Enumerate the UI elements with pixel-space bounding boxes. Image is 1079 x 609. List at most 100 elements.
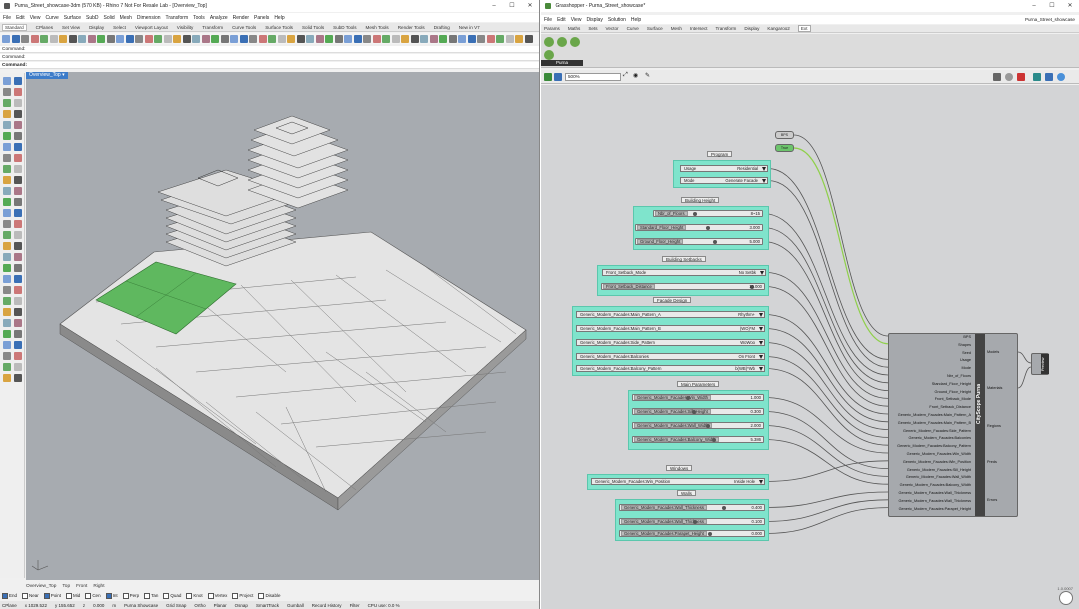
status-item[interactable]: Filter bbox=[350, 603, 360, 608]
maximize-icon[interactable]: ☐ bbox=[1043, 0, 1061, 12]
component-input[interactable]: Generic_Modern_Facades:Main_Pattern_B bbox=[898, 421, 971, 425]
toolbar-tool-icon[interactable] bbox=[11, 34, 20, 43]
close-icon[interactable]: ✕ bbox=[521, 0, 539, 12]
preview-shaded-icon[interactable] bbox=[1017, 73, 1025, 81]
status-item[interactable]: Grid Snap bbox=[166, 603, 186, 608]
number-slider[interactable]: Ground_Floor_Height 5.000 bbox=[635, 238, 763, 245]
sidebar-tool-icon[interactable] bbox=[14, 77, 22, 85]
value-list[interactable]: Front_Setback_Mode No Setbk bbox=[602, 269, 766, 276]
toolbar-tool-icon[interactable] bbox=[344, 34, 352, 43]
sidebar-tool-icon[interactable] bbox=[3, 264, 11, 272]
component-input[interactable]: Generic_Modern_Facades:Parapet_Height bbox=[899, 507, 971, 511]
number-slider[interactable]: Generic_Modern_Facades:Parapet_Height 0.0… bbox=[619, 530, 765, 537]
preview-wire-icon[interactable] bbox=[1005, 73, 1013, 81]
value-list[interactable]: Mode Generate Facade bbox=[680, 177, 768, 184]
toolbar-tool-icon[interactable] bbox=[163, 34, 172, 43]
toolbar-tool-icon[interactable] bbox=[382, 34, 390, 43]
dropdown-arrow-icon[interactable] bbox=[759, 366, 763, 371]
toolbar-tool-icon[interactable] bbox=[515, 34, 523, 43]
dropdown-arrow-icon[interactable] bbox=[762, 166, 766, 171]
gh-canvas[interactable]: Program Building Height Building Setback… bbox=[541, 85, 1079, 609]
purna-component-icon[interactable] bbox=[570, 37, 580, 47]
sidebar-tool-icon[interactable] bbox=[3, 286, 11, 294]
toolbar-tool-icon[interactable] bbox=[334, 34, 343, 43]
dropdown-arrow-icon[interactable] bbox=[759, 354, 763, 359]
status-item[interactable]: SmartTrack bbox=[256, 603, 279, 608]
toolbar-tool-icon[interactable] bbox=[173, 34, 181, 43]
number-slider[interactable]: Generic_Modern_Facades:Wall_Thickness 0.4… bbox=[619, 504, 765, 511]
toolbar-tool-icon[interactable] bbox=[144, 34, 153, 43]
purna-component-icon[interactable] bbox=[544, 37, 554, 47]
toolbar-tool-icon[interactable] bbox=[249, 34, 257, 43]
cityscope-purna-component[interactable]: CityScope Purna BPS Shapes Seed Usage Mode Nb… bbox=[888, 333, 1018, 517]
sidebar-tool-icon[interactable] bbox=[3, 330, 11, 338]
toolbar-tool-icon[interactable] bbox=[372, 34, 381, 43]
sidebar-tool-icon[interactable] bbox=[3, 209, 11, 217]
component-tab[interactable]: Display bbox=[744, 26, 759, 31]
toolbar-tool-icon[interactable] bbox=[505, 34, 514, 43]
toolbar-tab[interactable]: Select bbox=[113, 25, 126, 30]
sidebar-tool-icon[interactable] bbox=[3, 154, 11, 162]
maximize-icon[interactable]: ☐ bbox=[503, 0, 521, 12]
component-input[interactable]: Generic_Modern_Facades:Wall_Thickness bbox=[899, 499, 971, 503]
component-input[interactable]: Standard_Floor_Height bbox=[932, 382, 971, 386]
number-slider[interactable]: Generic_Modern_Facades:Wall_Thickness 0.1… bbox=[619, 518, 765, 525]
status-item[interactable]: Osnap bbox=[235, 603, 248, 608]
osnap-checkbox[interactable]: Near bbox=[22, 593, 39, 599]
value-list[interactable]: Usage Residential bbox=[680, 165, 768, 172]
component-input[interactable]: Generic_Modern_Facades:Main_Pattern_A bbox=[898, 413, 971, 417]
toolbar-tool-icon[interactable] bbox=[68, 34, 77, 43]
number-slider[interactable]: Standard_Floor_Height 3.000 bbox=[635, 224, 763, 231]
toolbar-tool-icon[interactable] bbox=[496, 34, 504, 43]
component-tab[interactable]: Kangaroo2 bbox=[767, 26, 789, 31]
menu-item[interactable]: Solution bbox=[608, 17, 626, 23]
component-tab[interactable]: Params bbox=[544, 26, 560, 31]
component-output[interactable]: Errors bbox=[987, 498, 997, 502]
sidebar-tool-icon[interactable] bbox=[14, 154, 22, 162]
toolbar-tool-icon[interactable] bbox=[458, 34, 466, 43]
menu-item[interactable]: Help bbox=[274, 15, 284, 21]
number-slider[interactable]: Generic_Modern_Facades:Win_Width 1.000 bbox=[632, 394, 764, 401]
component-input[interactable]: Shapes bbox=[958, 343, 971, 347]
osnap-checkbox[interactable]: Tan bbox=[144, 593, 158, 599]
menu-item[interactable]: File bbox=[3, 15, 11, 21]
component-output[interactable]: Materials bbox=[987, 386, 1002, 390]
toolbar-tab[interactable]: Set View bbox=[62, 25, 80, 30]
value-list[interactable]: Generic_Modern_Facades:Win_Position Insid… bbox=[591, 478, 765, 485]
component-tab[interactable]: Curve bbox=[627, 26, 639, 31]
toolbar-tool-icon[interactable] bbox=[467, 34, 476, 43]
sidebar-tool-icon[interactable] bbox=[14, 176, 22, 184]
toolbar-tab[interactable]: Mesh Tools bbox=[366, 25, 389, 30]
value-list[interactable]: Generic_Modern_Facades:Side_Pattern WoWoo bbox=[576, 339, 765, 346]
component-input[interactable]: Front_Setback_Distance bbox=[929, 405, 971, 409]
component-input[interactable]: Generic_Modern_Facades:Wall_Thickness bbox=[899, 491, 971, 495]
viewport-tab[interactable]: Overview_Top bbox=[26, 584, 56, 589]
toolbar-tool-icon[interactable] bbox=[78, 34, 86, 43]
sidebar-tool-icon[interactable] bbox=[14, 209, 22, 217]
status-item[interactable]: Record History bbox=[312, 603, 342, 608]
menu-item[interactable]: Panels bbox=[254, 15, 269, 21]
boolean-toggle[interactable]: True bbox=[775, 144, 794, 152]
status-item[interactable]: 0.000 bbox=[93, 603, 104, 608]
command-prompt[interactable]: Command: bbox=[0, 62, 539, 69]
toolbar-tool-icon[interactable] bbox=[21, 34, 29, 43]
value-list[interactable]: Generic_Modern_Facades:Balconies On Front bbox=[576, 353, 765, 360]
view-eye-icon[interactable]: ◉ bbox=[633, 72, 638, 79]
viewport-label[interactable]: Overview_Top ▾ bbox=[26, 72, 68, 79]
sidebar-tool-icon[interactable] bbox=[3, 253, 11, 261]
sidebar-tool-icon[interactable] bbox=[3, 297, 11, 305]
component-input[interactable]: Generic_Modern_Facades:Wall_Width bbox=[906, 475, 971, 479]
document-preview-icon[interactable] bbox=[1045, 73, 1053, 81]
dropdown-arrow-icon[interactable] bbox=[762, 178, 766, 183]
sidebar-tool-icon[interactable] bbox=[14, 165, 22, 173]
status-item[interactable]: Purna Showcase bbox=[124, 603, 158, 608]
status-item[interactable]: Ortho bbox=[194, 603, 205, 608]
slider-knob[interactable] bbox=[692, 211, 697, 216]
zoom-fit-icon[interactable]: ⤢ bbox=[623, 72, 628, 79]
osnap-checkbox[interactable]: Point bbox=[44, 593, 61, 599]
toolbar-tool-icon[interactable] bbox=[201, 34, 210, 43]
purna-component-icon[interactable] bbox=[544, 50, 554, 60]
menu-item[interactable]: View bbox=[571, 17, 582, 23]
minimize-icon[interactable]: – bbox=[1025, 0, 1043, 12]
component-tab[interactable]: Maths bbox=[568, 26, 581, 31]
